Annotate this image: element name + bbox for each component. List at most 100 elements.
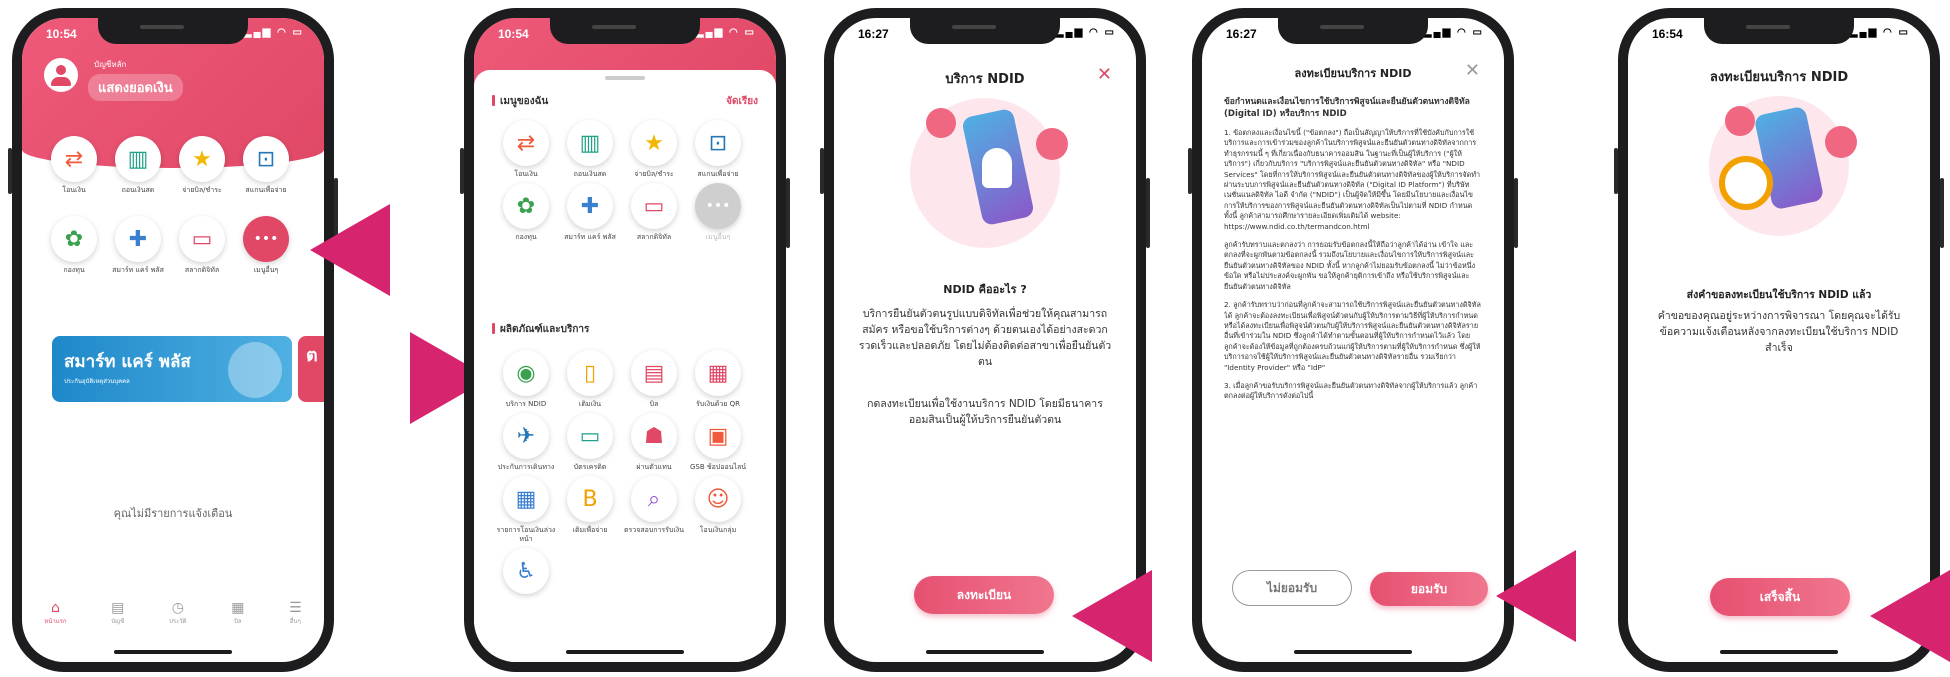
accept-button[interactable]: ยอมรับ <box>1370 572 1488 606</box>
register-button[interactable]: ลงทะเบียน <box>914 576 1054 614</box>
tab-item[interactable]: ⌂ หน้าแรก <box>44 600 66 640</box>
bitcoin-icon: B <box>567 476 613 522</box>
menu-tile[interactable]: ▦ รับเงินด้วย QR <box>688 350 748 409</box>
next-banner-peek[interactable]: ต <box>298 336 324 402</box>
bill-icon: ▤ <box>631 350 677 396</box>
fund-icon: ✿ <box>503 183 549 229</box>
products-grid: ◉ บริการ NDID ▯ เติมเงิน ▤ บิล ▦ รับเงินด้วย QR… <box>496 350 748 598</box>
decline-button[interactable]: ไม่ยอมรับ <box>1232 570 1352 606</box>
menu-tile-label: เติมเงิน <box>578 400 602 408</box>
tab-item[interactable]: ▦ บิล <box>231 600 244 640</box>
phone-ndid-terms: 16:27 ▂▄▆ ◠ ▭ ลงทะเบียนบริการ NDID ✕ ข้อ… <box>1188 8 1518 672</box>
menu-tile[interactable]: ✚ สมาร์ท แคร์ พลัส <box>108 216 168 275</box>
rearrange-link[interactable]: จัดเรียง <box>726 94 758 109</box>
menu-tile[interactable]: ⇄ โอนเงิน <box>496 120 556 179</box>
shop-icon: ▣ <box>695 413 741 459</box>
tab-item[interactable]: ☰ อื่นๆ <box>289 600 302 640</box>
status-time: 16:27 <box>858 27 889 41</box>
menu-tile[interactable]: ▯ เติมเงิน <box>560 350 620 409</box>
banner-subtitle: ประกันอุบัติเหตุส่วนบุคคล <box>64 378 130 385</box>
menu-tile-label: โอนเงินกลุ่ม <box>699 526 737 534</box>
close-icon[interactable]: ✕ <box>1097 64 1112 85</box>
menu-tile-label: จ่ายบิล/ชำระ <box>634 170 674 178</box>
menu-tile[interactable]: ••• เมนูอื่นๆ <box>236 216 296 275</box>
menu-tile[interactable]: ☗ ผ่านตัวแทน <box>624 413 684 472</box>
status-time: 10:54 <box>498 27 529 41</box>
menu-tile[interactable]: ⊡ สแกนเพื่อจ่าย <box>236 136 296 195</box>
menu-tile[interactable]: ▭ บัตรเครดิต <box>560 413 620 472</box>
menu-tile[interactable]: ▤ บิล <box>624 350 684 409</box>
avatar[interactable] <box>44 58 78 92</box>
promo-banner[interactable]: สมาร์ท แคร์ พลัส ประกันอุบัติเหตุส่วนบุค… <box>52 336 292 402</box>
phone-home-screen: 10:54 ▂▄▆ ◠ ▭ บัญชีหลัก แสดงยอดเงิน ⇄ โอน… <box>8 8 338 672</box>
menu-tile[interactable]: ▦ รายการโอนเงินล่วงหน้า <box>496 476 556 544</box>
success-message: คำขอของคุณอยู่ระหว่างการพิจารณา โดยคุณจะ… <box>1657 310 1901 354</box>
ndid-intro-screen: 16:27 ▂▄▆ ◠ ▭ บริการ NDID ✕ NDID คืออะไร… <box>834 18 1136 662</box>
menu-tile-label: บัตรเครดิต <box>573 463 607 471</box>
menu-tile[interactable]: ♿ <box>496 548 556 598</box>
agent-icon: ☗ <box>631 413 677 459</box>
tab-label: ประวัติ <box>169 618 187 625</box>
menu-tile[interactable]: ▭ สลากดิจิทัล <box>172 216 232 275</box>
menu-tile[interactable]: B เติมเพื่อจ่าย <box>560 476 620 544</box>
tab-item[interactable]: ◷ ประวัติ <box>169 600 187 640</box>
cash-withdraw-icon: ▥ <box>567 120 613 166</box>
tab-item[interactable]: ▤ บัญชี <box>111 600 124 640</box>
quick-menu-row-1: ⇄ โอนเงิน ▥ ถอนเงินสด ★ จ่ายบิล/ชำระ ⊡ สแกนเพื่… <box>44 136 296 195</box>
menu-tile[interactable]: ✿ กองทุน <box>44 216 104 275</box>
bottom-tab-bar: ⌂ หน้าแรก ▤ บัญชี ◷ ประวัติ ▦ บิล ☰ อื่นๆ <box>22 600 324 640</box>
terms-text[interactable]: ข้อกำหนดและเงื่อนไขการใช้บริการพิสูจน์แล… <box>1224 96 1482 570</box>
fund-icon: ✿ <box>51 216 97 262</box>
menu-tile-label: ถอนเงินสด <box>573 170 607 178</box>
transfer-icon: ⇄ <box>503 120 549 166</box>
menu-tile[interactable]: ▥ ถอนเงินสด <box>108 136 168 195</box>
terms-paragraph: 3. เมื่อลูกค้าขอรับบริการพิสูจน์และยืนยั… <box>1224 380 1478 401</box>
menu-tile[interactable]: ✈ ประกันการเดินทาง <box>496 413 556 472</box>
show-balance-button[interactable]: แสดงยอดเงิน <box>88 74 183 101</box>
menu-tile[interactable]: ▭ สลากดิจิทัล <box>624 183 684 242</box>
menu-tile[interactable]: ⇄ โอนเงิน <box>44 136 104 195</box>
transfer-icon: ⇄ <box>51 136 97 182</box>
menu-tile[interactable]: ☺ โอนเงินกลุ่ม <box>688 476 748 544</box>
topup-icon: ▯ <box>567 350 613 396</box>
menu-tile[interactable]: ◉ บริการ NDID <box>496 350 556 409</box>
drag-handle[interactable] <box>605 76 645 80</box>
accessibility-icon: ♿ <box>503 548 549 594</box>
tab-label: บิล <box>234 618 242 625</box>
signal-wifi-battery-icon: ▂▄▆ ◠ ▭ <box>695 27 756 38</box>
close-icon[interactable]: ✕ <box>1465 60 1480 81</box>
qr-icon: ▦ <box>695 350 741 396</box>
clock-phone-illustration-icon <box>1709 96 1857 236</box>
menu-tile[interactable]: ★ จ่ายบิล/ชำระ <box>624 120 684 179</box>
more-icon: ••• <box>243 216 289 262</box>
ndid-success-screen: 16:54 ▂▄▆ ◠ ▭ ลงทะเบียนบริการ NDID ส่งคำ… <box>1628 18 1930 662</box>
home-indicator <box>566 650 684 654</box>
menu-tile[interactable]: ▣ GSB ช้อปออนไลน์ <box>688 413 748 472</box>
menu-tile[interactable]: ⊡ สแกนเพื่อจ่าย <box>688 120 748 179</box>
notch <box>1704 18 1854 44</box>
menu-tile-label: บริการ NDID <box>505 400 547 408</box>
scan-icon: ⊡ <box>243 136 289 182</box>
menu-tile[interactable]: ✿ กองทุน <box>496 183 556 242</box>
menu-tile[interactable]: ★ จ่ายบิล/ชำระ <box>172 136 232 195</box>
scan-icon: ⊡ <box>695 120 741 166</box>
ndid-terms-screen: 16:27 ▂▄▆ ◠ ▭ ลงทะเบียนบริการ NDID ✕ ข้อ… <box>1202 18 1504 662</box>
modal-title: ลงทะเบียนบริการ NDID <box>1709 70 1849 85</box>
pointer-arrow-icon <box>1072 570 1152 662</box>
account-icon: ▤ <box>111 600 125 616</box>
menu-tile[interactable]: ⌕ ตรวจสอบการรับเงิน <box>624 476 684 544</box>
calendar-icon: ▦ <box>503 476 549 522</box>
star-icon: ★ <box>631 120 677 166</box>
done-button[interactable]: เสร็จสิ้น <box>1710 578 1850 616</box>
menu-tile[interactable]: ✚ สมาร์ท แคร์ พลัส <box>560 183 620 242</box>
ndid-phone-illustration-icon <box>910 98 1068 248</box>
history-icon: ◷ <box>171 600 184 616</box>
credit-card-icon: ▭ <box>567 413 613 459</box>
notch <box>98 18 248 44</box>
menu-tile[interactable]: ▥ ถอนเงินสด <box>560 120 620 179</box>
more-icon: ••• <box>695 183 741 229</box>
quick-menu-row-2: ✿ กองทุน ✚ สมาร์ท แคร์ พลัส ▭ สลากดิจิทัล ••• เ… <box>44 216 296 275</box>
menu-tile[interactable]: ••• เมนูอื่นๆ <box>688 183 748 242</box>
insurance-icon: ✚ <box>115 216 161 262</box>
home-indicator <box>114 650 232 654</box>
